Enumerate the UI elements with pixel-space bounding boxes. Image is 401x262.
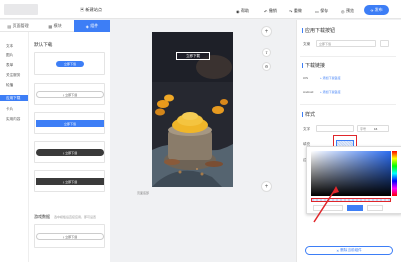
plus-icon: + — [264, 183, 269, 190]
download-button-sample: ⤓ 立即下载 — [36, 233, 104, 240]
android-add-link[interactable]: + 添加下载链接 — [320, 90, 341, 94]
text-label: 文案 — [303, 42, 311, 46]
category-carousel[interactable]: 轮播 — [6, 83, 13, 88]
ios-add-link[interactable]: + 添加下载链接 — [320, 76, 341, 80]
confirm-button[interactable] — [347, 205, 363, 211]
page-name[interactable]: ▣ 新建站点 — [80, 7, 102, 13]
component-card-6[interactable]: ⤓ 立即下载 — [34, 224, 105, 248]
download-button-sample: ⤓ 立即下载 — [36, 91, 104, 98]
component-card-3[interactable]: 立即下载 — [34, 112, 105, 134]
category-card[interactable]: 卡片 — [6, 107, 13, 112]
component-card-5[interactable]: ⤓ 立即下载 — [34, 170, 105, 192]
font-label: 文字 — [303, 127, 311, 131]
preview-button[interactable]: ◎ 预览 — [341, 8, 354, 14]
move-up-button[interactable]: ⇧ — [262, 48, 271, 57]
tab-module[interactable]: ▦ 模块 — [37, 20, 73, 32]
save-icon: ▭ — [315, 8, 319, 14]
section-app-download: 应用下载按钮 — [302, 27, 335, 34]
trash-icon: ✕ — [336, 248, 340, 253]
settings-button[interactable]: ⚙ — [262, 62, 271, 71]
redo-button[interactable]: ↷ 重做 — [289, 8, 302, 14]
download-icon: ⤓ — [62, 179, 65, 184]
category-list: 文本 图片 表单 关注服务 轮播 应用下载 卡片 实用内容 — [0, 32, 28, 262]
page-icon: ▤ — [7, 23, 12, 29]
text-input[interactable]: 立即下载 — [316, 40, 376, 47]
save-button[interactable]: ▭ 保存 — [315, 8, 328, 14]
section-title-default: 默认下载 — [34, 42, 53, 47]
eye-icon: ◎ — [341, 8, 345, 14]
divider — [300, 104, 396, 105]
component-icon: ◈ — [85, 23, 89, 29]
component-card-2[interactable]: ⤓ 立即下载 — [34, 83, 105, 105]
android-label: Android — [303, 90, 314, 94]
add-above-button[interactable]: + — [261, 26, 272, 37]
tab-component[interactable]: ◈ 组件 — [74, 20, 110, 32]
download-icon: ⤓ — [62, 234, 65, 239]
category-text[interactable]: 文本 — [6, 44, 13, 49]
module-icon: ▦ — [48, 23, 53, 29]
category-follow[interactable]: 关注服务 — [6, 73, 20, 78]
plus-icon: + — [264, 28, 269, 35]
clear-button[interactable] — [367, 205, 383, 211]
overlay-download-button[interactable]: 立即下载 — [176, 52, 210, 60]
download-icon: ⤓ — [62, 150, 65, 155]
font-color-input[interactable] — [316, 125, 354, 132]
font-size-input[interactable]: 字号 16 — [357, 125, 389, 132]
left-tabs: ▤ 页面管理 ▦ 模块 ◈ 组件 — [0, 20, 110, 32]
category-image[interactable]: 图片 — [6, 53, 13, 58]
phone-canvas[interactable]: 立即下载 — [152, 32, 233, 187]
text-extra[interactable] — [380, 40, 389, 47]
help-button[interactable]: ◉ 帮助 — [236, 8, 249, 14]
publish-icon: ✈ — [370, 7, 374, 13]
undo-icon: ↶ — [264, 8, 268, 14]
download-button-sample: 立即下载 — [36, 120, 104, 127]
arrow-up-icon: ⇧ — [264, 50, 269, 55]
category-form[interactable]: 表单 — [6, 63, 13, 68]
help-icon: ◉ — [236, 8, 240, 14]
gear-icon: ⚙ — [264, 64, 269, 69]
footer-tag: 页面底部 — [137, 191, 150, 195]
component-card-1[interactable]: 立即下载 — [34, 52, 105, 75]
redo-icon: ↷ — [289, 8, 293, 14]
hue-slider[interactable] — [392, 151, 397, 196]
category-app-download[interactable]: 应用下载 — [0, 95, 28, 101]
section-desc: 选中模板后直接应用，即可设置 — [54, 215, 97, 219]
annotation-arrow — [313, 186, 339, 223]
ios-label: iOS — [303, 76, 309, 80]
download-icon: ⤓ — [62, 92, 65, 97]
add-below-button[interactable]: + — [261, 181, 272, 192]
section-download-link: 下载链接 — [302, 62, 325, 69]
download-button-sample: ⤓ 立即下载 — [36, 149, 104, 156]
tab-page-manage[interactable]: ▤ 页面管理 — [0, 20, 36, 32]
section-style: 样式 — [302, 111, 315, 118]
download-button-sample: ⤓ 立即下载 — [36, 178, 104, 185]
delete-component-button[interactable]: ✕ 删除当前组件 — [305, 246, 393, 255]
top-bar: ▣ 新建站点 ◉ 帮助 ↶ 撤销 ↷ 重做 ▭ 保存 ◎ 预览 ✈ 发布 — [0, 0, 401, 19]
divider — [300, 56, 396, 57]
download-button-sample: 立即下载 — [56, 61, 84, 67]
undo-button[interactable]: ↶ 撤销 — [264, 8, 277, 14]
publish-button[interactable]: ✈ 发布 — [364, 5, 389, 15]
component-card-4[interactable]: ⤓ 立即下载 — [34, 141, 105, 163]
category-useful[interactable]: 实用内容 — [6, 117, 20, 122]
section-title-game: 游戏数据 — [34, 214, 50, 219]
logo — [4, 4, 38, 15]
